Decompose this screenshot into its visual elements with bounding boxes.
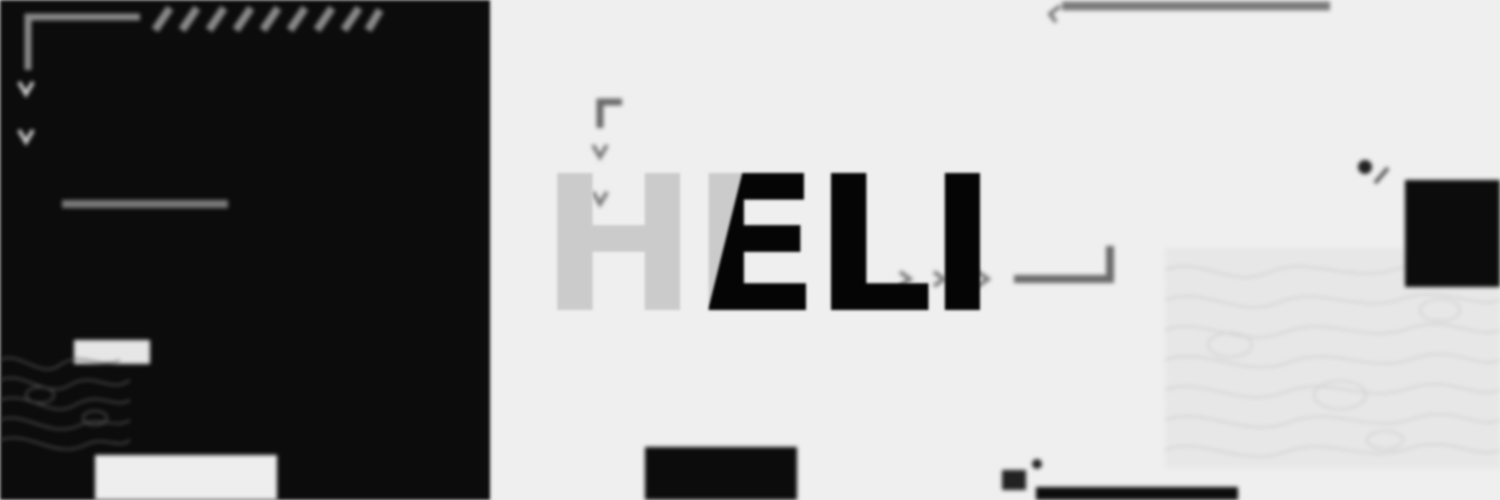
dot-right xyxy=(1358,160,1372,174)
dark-block-bottom-mid xyxy=(645,447,797,500)
dark-bar-bottom xyxy=(1036,487,1238,500)
dot-tail-right xyxy=(1373,166,1390,185)
down-chevrons-left xyxy=(17,80,35,146)
dark-square-bottom xyxy=(1002,470,1026,490)
topo-pattern-left xyxy=(0,357,131,450)
corner-bracket-topleft xyxy=(24,13,140,70)
banner-title: HELP HELP xyxy=(540,142,980,342)
dot-bottom xyxy=(1032,459,1042,469)
corner-bracket-mid xyxy=(596,98,622,128)
hatch-stripes xyxy=(151,5,384,33)
corner-bracket-mid-right xyxy=(1014,246,1114,283)
large-light-block xyxy=(95,455,277,500)
dark-block-right xyxy=(1405,180,1500,287)
top-hook xyxy=(1047,4,1062,24)
